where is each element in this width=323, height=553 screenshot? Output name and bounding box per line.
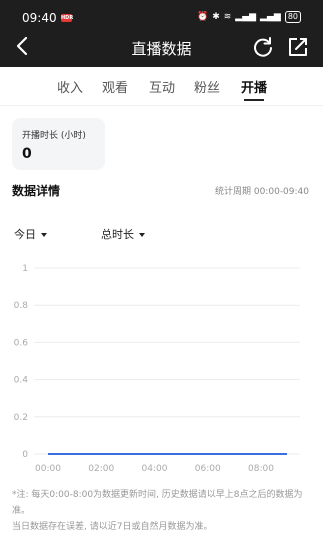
metric-label: 开播时长 (小时) (22, 131, 86, 141)
bluetooth-icon: ✱ (212, 12, 220, 22)
broadcast-chart: 0 0.2 0.4 0.6 0.8 1 00:00 02:00 04:00 06:00 08:00 (14, 264, 300, 474)
wifi-icon: ≋ (223, 12, 232, 22)
battery-indicator: 80 (284, 11, 301, 23)
footnote-line-1: *注: 每天0:00-8:00为数据更新时间, 历史数据请以早上8点之后的数据为… (12, 490, 303, 516)
metric-filter-label: 总时长 (101, 228, 134, 241)
signal-icon: ▂▄▆ (235, 12, 257, 22)
refresh-icon[interactable] (252, 36, 274, 58)
x-tick-label: 06:00 (195, 464, 221, 474)
x-tick-label: 08:00 (248, 464, 274, 474)
footnote: *注: 每天0:00-8:00为数据更新时间, 历史数据请以早上8点之后的数据为… (12, 487, 312, 535)
alarm-icon: ⏰ (196, 12, 209, 22)
metric-filter-dropdown[interactable]: 总时长 (101, 226, 145, 242)
share-icon[interactable] (287, 36, 309, 58)
stat-period: 统计周期 00:00-09:40 (215, 187, 309, 197)
signal-icon-2: ▂▄▆ (260, 12, 281, 22)
footnote-line-2: 当日数据存在误差, 请以近7日或自然月数据为准。 (12, 522, 213, 532)
caret-down-icon (41, 233, 47, 237)
date-filter-dropdown[interactable]: 今日 (14, 226, 47, 242)
y-tick-label: 0 (22, 450, 28, 460)
x-tick-label: 02:00 (88, 464, 114, 474)
status-icons: ⏰ ✱ ≋ ▂▄▆ ▂▄▆ 80 (197, 11, 301, 23)
active-tab-indicator (244, 99, 264, 101)
y-tick-label: 0.6 (14, 338, 29, 348)
metric-card[interactable]: 开播时长 (小时) 0 (12, 118, 105, 170)
status-time: 09:40 (22, 11, 57, 25)
x-tick-label: 04:00 (142, 464, 168, 474)
x-tick-label: 00:00 (35, 464, 61, 474)
y-tick-label: 0.2 (14, 413, 28, 423)
hdr-badge: HDR (61, 14, 74, 22)
tab-interaction[interactable]: 互动 (149, 77, 175, 96)
metric-value: 0 (22, 146, 32, 162)
app-header: 09:40 HDR ⏰ ✱ ≋ ▂▄▆ ▂▄▆ 80 直播数据 (0, 0, 323, 67)
section-title: 数据详情 (12, 184, 61, 198)
tab-broadcast[interactable]: 开播 (241, 77, 267, 96)
tab-income[interactable]: 收入 (57, 77, 83, 96)
caret-down-icon (139, 233, 145, 237)
tab-views[interactable]: 观看 (102, 77, 128, 96)
y-tick-label: 0.4 (14, 376, 29, 386)
tab-bar: 收入 观看 互动 粉丝 开播 (0, 67, 323, 106)
date-filter-label: 今日 (14, 228, 36, 241)
tab-fans[interactable]: 粉丝 (194, 77, 220, 96)
page-title: 直播数据 (131, 40, 192, 58)
y-tick-label: 0.8 (14, 301, 29, 311)
y-tick-label: 1 (22, 264, 28, 274)
status-bar: 09:40 HDR ⏰ ✱ ≋ ▂▄▆ ▂▄▆ 80 (0, 0, 323, 30)
